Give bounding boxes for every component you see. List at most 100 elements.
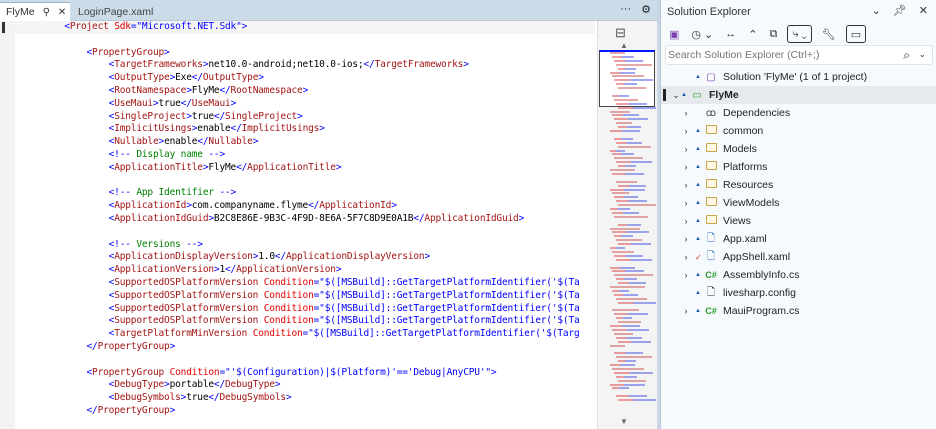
minimap-line (618, 67, 636, 70)
close-icon[interactable]: ✕ (58, 7, 66, 18)
tree-item[interactable]: › ▲ common (661, 122, 936, 140)
minimap-line (616, 395, 647, 398)
minimap-scrollbar[interactable]: ⊟ ▲ ▼ (597, 21, 657, 429)
collapse-all-icon[interactable]: ⌃ (746, 25, 759, 43)
panel-title: Solution Explorer (667, 6, 751, 18)
minimap-line (614, 79, 653, 82)
lock-icon: ▲ (681, 92, 687, 98)
tree-item-label: MauiProgram.cs (723, 305, 800, 317)
pending-changes-icon[interactable]: ◷ ⌄ (689, 25, 715, 43)
code-token: TargetFrameworks (374, 59, 464, 71)
code-line: <Project Sdk="Microsoft.NET.Sdk"> (20, 21, 596, 34)
minimap-line (616, 200, 647, 203)
code-token: </ (180, 97, 192, 109)
tree-item[interactable]: › ▲ C# AssemblyInfo.cs (661, 266, 936, 284)
minimap-line (610, 71, 635, 74)
chevron-right-icon[interactable]: › (681, 270, 691, 280)
code-token: B2C8E86E-9B3C-4F9D-8E6A-5F7C8D9E0A1B (213, 212, 414, 224)
tree-item[interactable]: › ▲ ViewModels (661, 194, 936, 212)
tree-item[interactable]: › ▲ Platforms (661, 158, 936, 176)
scroll-up-arrow-icon[interactable]: ▲ (620, 41, 628, 50)
tree-item[interactable]: › ꝏ Dependencies (661, 104, 936, 122)
search-icon[interactable]: ⌕ (903, 48, 910, 63)
tree-item-label: Dependencies (723, 107, 791, 119)
chevron-right-icon[interactable]: › (681, 108, 691, 118)
code-token: PropertyGroup (92, 366, 165, 378)
tree-item[interactable]: › ▲ C# MauiProgram.cs (661, 302, 936, 320)
code-token: </ (213, 110, 226, 122)
chevron-down-icon[interactable]: ⌄ (918, 49, 926, 60)
minimap-line (610, 130, 640, 132)
properties-wrench-icon[interactable]: 🔧︎ (820, 25, 838, 43)
code-token: <!-- (108, 238, 131, 250)
chevron-right-icon[interactable]: › (681, 180, 691, 190)
code-token: > (319, 123, 325, 135)
tree-item-label: Models (723, 143, 757, 155)
tree-item[interactable]: › ▲ 🗋︎ App.xaml (661, 230, 936, 248)
code-token: DebugType (225, 379, 275, 391)
tree-item[interactable]: ⌄ ▲ ▭ FlyMe (661, 86, 936, 104)
code-token: SupportedOSPlatformVersion (114, 302, 259, 314)
tab-label: LoginPage.xaml (78, 5, 154, 18)
minimap-line (618, 106, 656, 109)
switch-views-icon[interactable]: ▣ (667, 25, 681, 43)
tab-label: FlyMe (6, 6, 35, 18)
chevron-right-icon[interactable]: › (681, 198, 691, 208)
search-input[interactable] (668, 49, 893, 61)
tree-item[interactable]: › ▲ Views (661, 212, 936, 230)
minimap-line (612, 75, 644, 78)
code-token: =" (313, 302, 325, 314)
show-all-files-icon[interactable]: ⧉ (768, 25, 780, 43)
chevron-right-icon[interactable]: › (681, 216, 691, 226)
code-token: Microsoft.NET.Sdk (141, 21, 237, 32)
chevron-down-icon[interactable]: ⌄ (671, 90, 681, 101)
tree-item-label: Resources (723, 179, 774, 191)
chevron-right-icon[interactable]: › (681, 306, 691, 316)
chevron-right-icon[interactable]: › (681, 162, 691, 172)
filter-icon[interactable]: ⤷ ⌄ (787, 25, 812, 43)
sync-with-document-icon[interactable]: ↔ (723, 25, 738, 43)
minimap-line (618, 321, 641, 324)
minimap-line (618, 165, 636, 168)
code-token: > (302, 84, 309, 96)
chevron-down-icon[interactable]: ⌄ (872, 4, 881, 17)
code-token: FlyMe (191, 84, 220, 96)
code-line: <RootNamespace>FlyMe</RootNamespace> (20, 85, 596, 98)
tree-item-label: Solution 'FlyMe' (1 of 1 project) (723, 71, 868, 83)
code-token: UseMaui (191, 97, 231, 109)
code-line: <TargetPlatformMinVersion Condition="$([… (20, 328, 596, 341)
code-text-area[interactable]: <Project Sdk="Microsoft.NET.Sdk"> <Prope… (20, 21, 596, 429)
code-token: DebugSymbols (114, 392, 181, 404)
minimap-line (610, 344, 625, 347)
minimap-line (614, 313, 648, 316)
tab-loginpage[interactable]: LoginPage.xaml (72, 2, 162, 21)
chevron-right-icon[interactable]: › (681, 126, 691, 136)
tree-item[interactable]: ▲ 🗋︎ livesharp.config (661, 284, 936, 302)
more-options-button[interactable]: ··· (620, 3, 631, 16)
pin-icon[interactable]: 📌︎ (893, 4, 907, 17)
tab-flyme[interactable]: FlyMe ⚲ ✕ (0, 2, 70, 21)
close-icon[interactable]: ✕ (919, 4, 928, 17)
code-token: Sdk (114, 21, 131, 32)
code-line: <!-- Display name --> (20, 149, 596, 162)
scroll-down-arrow-icon[interactable]: ▼ (620, 417, 628, 426)
chevron-right-icon[interactable]: › (681, 144, 691, 154)
minimap-line (616, 122, 632, 125)
split-editor-icon[interactable]: ⊟ (615, 25, 626, 41)
chevron-right-icon[interactable]: › (681, 234, 691, 244)
code-token: DebugSymbols (219, 392, 286, 404)
tree-item[interactable]: › ▲ Models (661, 140, 936, 158)
search-solution-explorer[interactable]: ⌕ ⌄ (665, 45, 933, 65)
code-token: </ (213, 379, 226, 391)
tree-item[interactable]: ▲ ▢ Solution 'FlyMe' (1 of 1 project) (661, 68, 936, 86)
solution-explorer-panel: Solution Explorer ⌄ 📌︎ ✕ ▣ ◷ ⌄ ↔ ⌃ ⧉ ⤷ ⌄… (660, 0, 936, 429)
gear-icon[interactable]: ⚙ (641, 3, 651, 16)
code-token: Project (69, 21, 109, 32)
tree-item[interactable]: › ✓ 🗋︎ AppShell.xaml (661, 248, 936, 266)
pin-icon[interactable]: ⚲ (43, 7, 50, 18)
tree-item[interactable]: › ▲ Resources (661, 176, 936, 194)
code-line: <ApplicationDisplayVersion>1.0</Applicat… (20, 251, 596, 264)
chevron-right-icon[interactable]: › (681, 252, 691, 262)
preview-selected-icon[interactable]: ▭ (845, 25, 867, 43)
code-token: </ (208, 392, 220, 404)
